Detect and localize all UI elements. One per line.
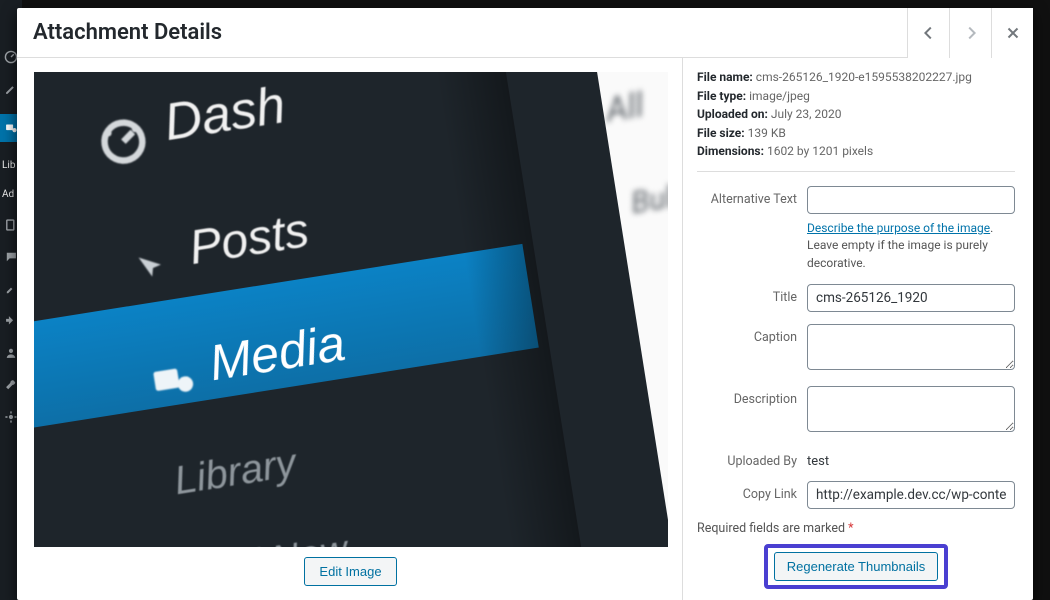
meta-label-uploaded: Uploaded on: [697,107,768,121]
appearance-icon[interactable] [4,282,18,296]
title-input[interactable] [807,284,1015,312]
meta-value-filetype: image/jpeg [749,89,810,103]
plugins-icon[interactable] [4,314,18,328]
uploaded-by-label: Uploaded By [697,448,807,469]
uploaded-by-value: test [807,448,1015,469]
meta-value-dimensions: 1602 by 1201 pixels [767,144,873,158]
alt-text-help-link[interactable]: Describe the purpose of the image [807,221,990,235]
meta-value-filesize: 139 KB [748,126,786,140]
prev-attachment-button[interactable] [907,8,949,58]
copy-link-label: Copy Link [697,481,807,502]
meta-label-filesize: File size: [697,126,745,140]
meta-value-filename: cms-265126_1920-e1595538202227.jpg [756,70,972,84]
meta-value-uploaded: July 23, 2020 [771,107,842,121]
modal-header: Attachment Details [17,8,1033,58]
description-input[interactable] [807,386,1015,432]
caption-input[interactable] [807,324,1015,370]
meta-label-dimensions: Dimensions: [697,144,764,158]
users-icon[interactable] [4,346,18,360]
attachment-details-modal: Attachment Details Dash Posts [17,8,1033,600]
alt-text-label: Alternative Text [697,186,807,207]
title-label: Title [697,284,807,305]
copy-link-input[interactable] [807,481,1015,509]
close-modal-button[interactable] [991,8,1033,58]
meta-label-filetype: File type: [697,89,746,103]
modal-title: Attachment Details [17,20,238,45]
preview-text-all: All [603,85,646,130]
caption-label: Caption [697,324,807,345]
description-label: Description [697,386,807,407]
attachment-details-sidebar: File name: cms-265126_1920-e159553820222… [683,58,1033,600]
attachment-preview-image: Dash Posts Media Library Add New All Bul… [34,72,668,547]
posts-icon[interactable] [4,82,18,96]
tools-icon[interactable] [4,378,18,392]
dashboard-icon[interactable] [4,50,18,64]
meta-label-filename: File name: [697,70,753,84]
comments-icon[interactable] [4,250,18,264]
edit-image-button[interactable]: Edit Image [304,557,396,586]
next-attachment-button[interactable] [949,8,991,58]
attachment-preview-pane: Dash Posts Media Library Add New All Bul… [17,58,683,600]
required-fields-note: Required fields are marked * [697,521,1015,536]
alt-text-input[interactable] [807,186,1015,214]
alt-text-help: Describe the purpose of the image. Leave… [807,220,1015,272]
regenerate-thumbnails-button[interactable]: Regenerate Thumbnails [774,552,939,581]
pages-icon[interactable] [4,218,18,232]
settings-icon[interactable] [4,410,18,424]
regenerate-highlight: Regenerate Thumbnails [764,544,949,589]
attachment-meta: File name: cms-265126_1920-e159553820222… [697,68,1015,161]
